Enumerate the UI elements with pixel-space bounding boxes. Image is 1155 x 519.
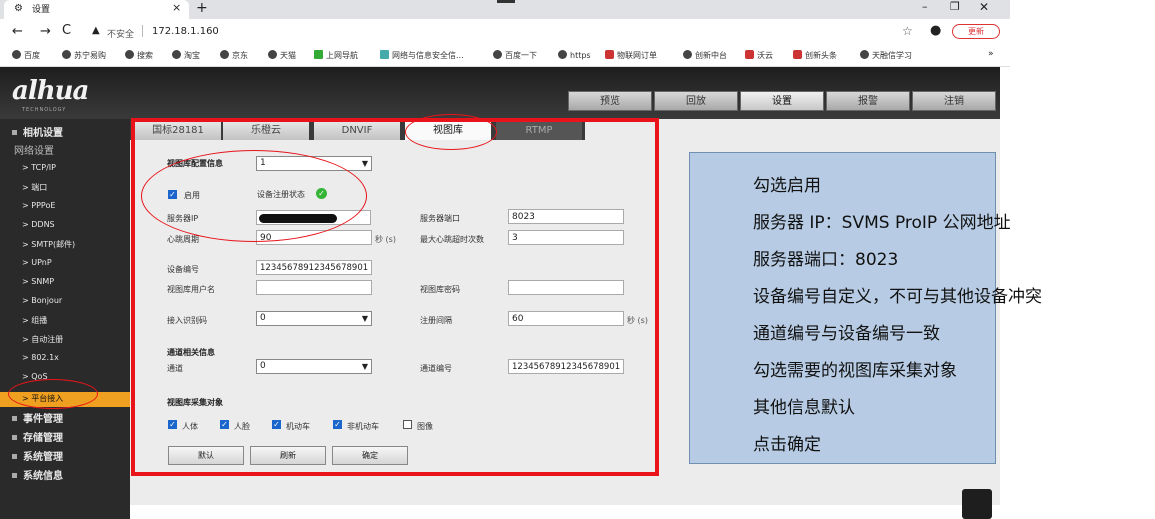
globe-icon <box>172 50 181 59</box>
sidebar-item-pppoe[interactable]: PPPoE <box>22 201 55 210</box>
insecure-label: 不安全 <box>107 30 135 40</box>
bookmark-item[interactable]: 京东 <box>220 50 248 61</box>
sidebar-item-smtp[interactable]: SMTP(邮件) <box>22 239 75 250</box>
note-line: 设备编号自定义，不可与其他设备冲突 <box>753 287 1042 307</box>
globe-icon <box>558 50 567 59</box>
nav-tab-logout[interactable]: 注销 <box>912 91 996 111</box>
close-window-icon[interactable]: ✕ <box>979 0 989 14</box>
url-input[interactable]: 172.18.1.160 <box>152 26 219 37</box>
bookmark-item[interactable]: 上网导航 <box>314 50 358 61</box>
sidebar-item-upnp[interactable]: UPnP <box>22 258 51 267</box>
bookmark-item[interactable]: 天融信学习 <box>860 50 912 61</box>
sidebar-item-ddns[interactable]: DDNS <box>22 220 54 229</box>
tab-close-icon[interactable]: × <box>172 1 181 14</box>
profile-icon[interactable]: ● <box>930 23 941 38</box>
bookmark-star-icon[interactable]: ☆ <box>902 24 913 38</box>
nav-icon <box>314 50 323 59</box>
instruction-note: 勾选启用 服务器 IP：SVMS ProIP 公网地址 服务器端口：8023 设… <box>689 152 1042 464</box>
settings-favicon-icon: ⚙ <box>14 3 23 14</box>
globe-icon <box>62 50 71 59</box>
sidebar-item-event-mgmt[interactable]: 事件管理 <box>12 410 63 425</box>
note-line: 勾选启用 <box>753 176 821 196</box>
globe-icon <box>125 50 134 59</box>
forward-icon[interactable]: → <box>40 24 51 39</box>
sidebar-item-storage-mgmt[interactable]: 存储管理 <box>12 429 63 444</box>
app-header: alhua TECHNOLOGY 预览 回放 设置 报警 注销 <box>0 67 1000 119</box>
note-line: 点击确定 <box>753 435 821 455</box>
sidebar-item-port[interactable]: 端口 <box>22 182 47 193</box>
nav-tab-playback[interactable]: 回放 <box>654 91 738 111</box>
note-line: 勾选需要的视图库采集对象 <box>753 361 957 381</box>
bookmark-item[interactable]: 淘宝 <box>172 50 200 61</box>
sidebar-item-bonjour[interactable]: Bonjour <box>22 296 62 305</box>
bookmark-item[interactable]: 百度 <box>12 50 40 61</box>
nav-tab-preview[interactable]: 预览 <box>568 91 652 111</box>
url-divider <box>142 25 143 37</box>
reload-icon[interactable]: C <box>62 23 71 38</box>
sidebar-item-system-mgmt[interactable]: 系统管理 <box>12 448 63 463</box>
nav-tab-settings[interactable]: 设置 <box>740 91 824 111</box>
sidebar-item-system-info[interactable]: 系统信息 <box>12 467 63 482</box>
highlight-ellipse-form <box>141 150 367 242</box>
sidebar-item-multicast[interactable]: 组播 <box>22 315 47 326</box>
address-bar: ← → C ▲ 不安全 172.18.1.160 ☆ ● 更新 <box>0 19 1010 45</box>
bookmark-item[interactable]: 创新中台 <box>683 50 727 61</box>
highlight-ellipse-sidebar <box>8 379 98 409</box>
flower-icon <box>605 50 614 59</box>
dahua-logo: alhua <box>12 76 89 106</box>
globe-icon <box>220 50 229 59</box>
warning-icon[interactable]: ▲ <box>92 25 100 36</box>
note-line: 其他信息默认 <box>753 398 855 418</box>
globe-icon <box>860 50 869 59</box>
sidebar-item-snmp[interactable]: SNMP <box>22 277 54 286</box>
bookmark-item[interactable]: 苏宁易购 <box>62 50 106 61</box>
corner-app-icon[interactable] <box>962 489 992 519</box>
bookmark-item[interactable]: 物联网订单 <box>605 50 657 61</box>
logo-subtitle: TECHNOLOGY <box>22 107 67 113</box>
update-button[interactable]: 更新 <box>952 24 1000 39</box>
minimize-icon[interactable]: – <box>922 0 928 13</box>
sidebar-item-tcpip[interactable]: TCP/IP <box>22 163 56 172</box>
globe-icon <box>268 50 277 59</box>
bookmark-item[interactable]: 沃云 <box>745 50 773 61</box>
sidebar-item-auto-register[interactable]: 自动注册 <box>22 334 63 345</box>
highlight-ellipse-subtab <box>405 114 497 150</box>
drag-handle[interactable] <box>497 0 515 3</box>
bookmark-item[interactable]: 网络与信息安全信... <box>380 50 464 61</box>
flower-icon <box>745 50 754 59</box>
sidebar-item-network-settings[interactable]: 网络设置 <box>14 142 54 157</box>
bookmark-item[interactable]: 创新头条 <box>793 50 837 61</box>
note-line: 服务器端口：8023 <box>753 250 899 270</box>
link-icon <box>380 50 389 59</box>
bookmark-item[interactable]: https <box>558 50 591 60</box>
new-tab-button[interactable]: + <box>196 0 208 16</box>
bookmark-item[interactable]: 天猫 <box>268 50 296 61</box>
globe-icon <box>493 50 502 59</box>
sidebar-item-camera-settings[interactable]: 相机设置 <box>12 124 63 139</box>
back-icon[interactable]: ← <box>12 24 23 39</box>
note-line: 服务器 IP：SVMS ProIP 公网地址 <box>753 213 1011 233</box>
sidebar-item-8021x[interactable]: 802.1x <box>22 353 59 362</box>
globe-icon <box>683 50 692 59</box>
note-line: 通道编号与设备编号一致 <box>753 324 940 344</box>
tab-title: 设置 <box>32 5 51 15</box>
bookmarks-more-icon[interactable]: » <box>988 49 994 59</box>
flower-icon <box>793 50 802 59</box>
nav-tab-alarm[interactable]: 报警 <box>826 91 910 111</box>
globe-icon <box>12 50 21 59</box>
bookmark-item[interactable]: 搜索 <box>125 50 153 61</box>
maximize-icon[interactable]: ❐ <box>950 0 960 13</box>
bookmark-item[interactable]: 百度一下 <box>493 50 537 61</box>
browser-tab[interactable]: ⚙ 设置 × <box>4 0 189 19</box>
bookmarks-bar: 百度 苏宁易购 搜索 淘宝 京东 天猫 上网导航 网络与信息安全信... 百度一… <box>0 45 1010 67</box>
